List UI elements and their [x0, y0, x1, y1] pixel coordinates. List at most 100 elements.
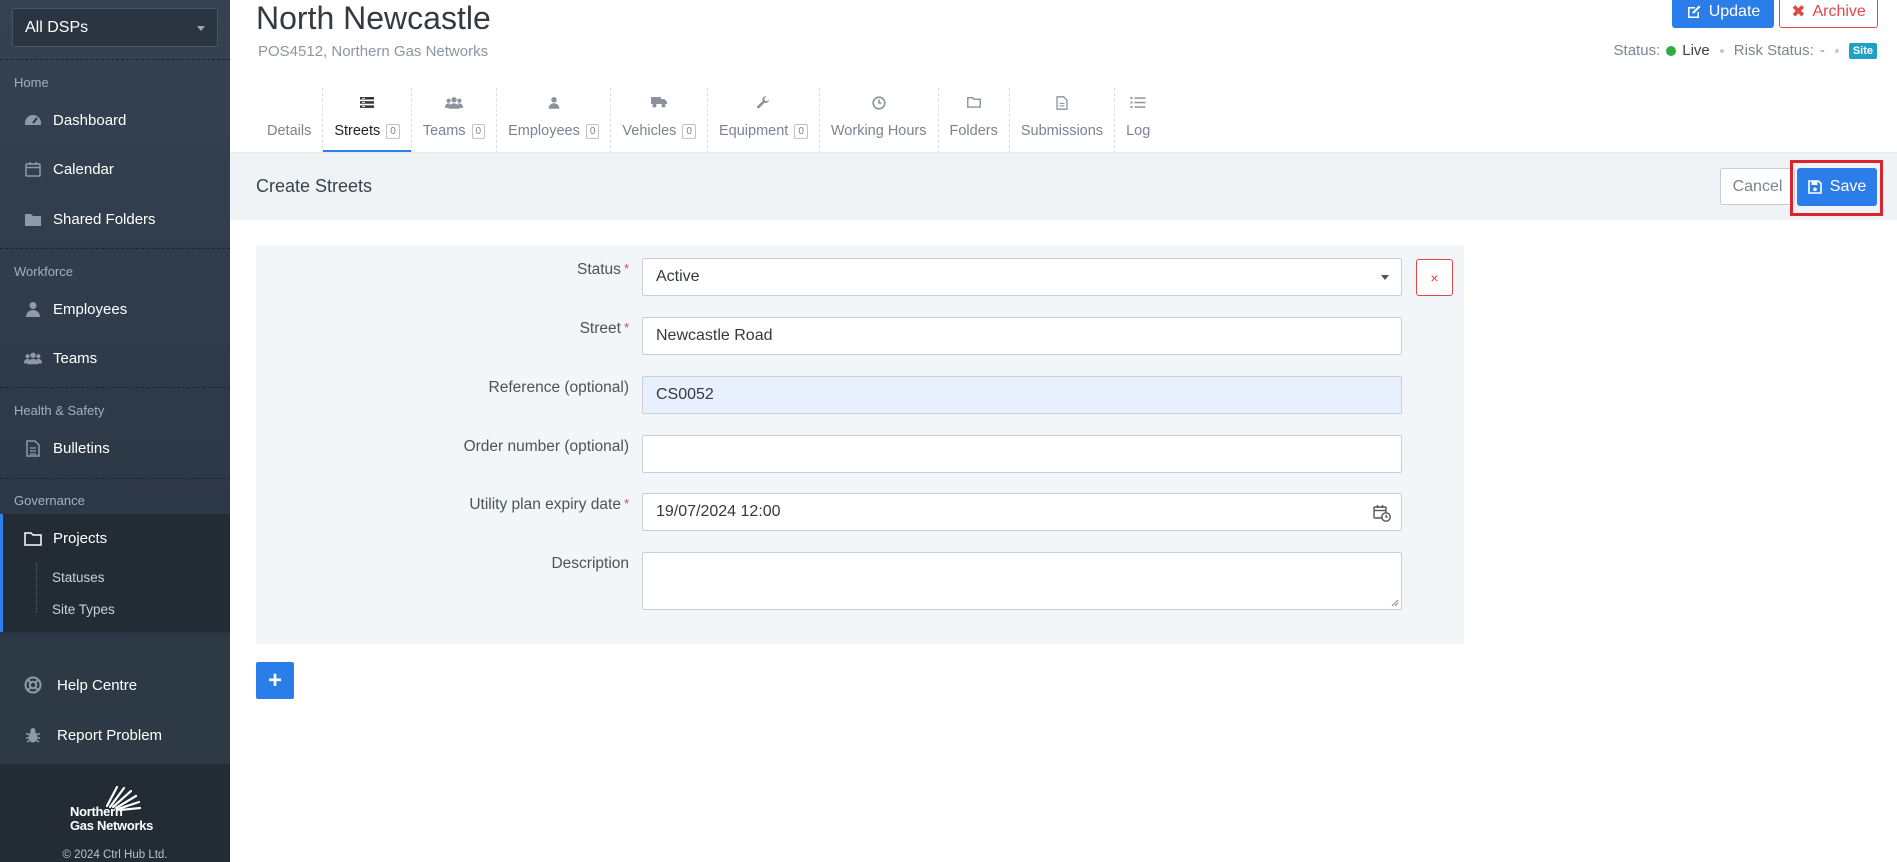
sidebar-section-workforce: Workforce: [14, 264, 73, 279]
document-icon: [24, 439, 42, 457]
order-number-field-label: Order number (optional): [463, 438, 629, 455]
status-field-label: Status *: [577, 261, 629, 279]
list-icon: [1130, 96, 1146, 113]
reference-label-row: Reference (optional): [256, 379, 629, 403]
sidebar-item-dashboard[interactable]: Dashboard: [0, 100, 230, 140]
street-field-label: Street *: [580, 320, 629, 338]
sidebar-section-governance: Governance: [14, 493, 85, 508]
dsp-select[interactable]: All DSPs: [12, 8, 218, 47]
expiry-date-input[interactable]: 19/07/2024 12:00: [642, 493, 1402, 531]
dashboard-icon: [24, 111, 42, 129]
tab-log[interactable]: Log: [1115, 88, 1161, 153]
sidebar-section-health-safety: Health & Safety: [14, 403, 105, 418]
tab-label: Employees: [508, 123, 580, 139]
add-street-button[interactable]: +: [256, 662, 294, 699]
label-text: Status: [576, 261, 621, 278]
update-label: Update: [1708, 3, 1761, 20]
expiry-label-row: Utility plan expiry date *: [256, 496, 629, 520]
page-subtitle: POS4512, Northern Gas Networks: [258, 43, 489, 60]
tab-employees[interactable]: Employees 0: [497, 88, 610, 153]
status-line: Status: Live Risk Status: - Site: [1614, 42, 1877, 59]
sidebar-subitem-site-types[interactable]: Site Types: [52, 602, 115, 617]
tab-count: 0: [585, 123, 600, 139]
sidebar-item-employees[interactable]: Employees: [0, 289, 230, 329]
sidebar-item-label: Projects: [53, 529, 108, 547]
user-icon: [548, 96, 560, 113]
sidebar-item-label: Employees: [53, 300, 128, 318]
sidebar-item-report-problem[interactable]: Report Problem: [0, 715, 230, 755]
project-tabs: Details Streets 0 Teams 0 Employees 0 Vehic…: [256, 88, 1161, 153]
resize-grip-icon[interactable]: [1391, 599, 1399, 607]
sidebar-item-label: Shared Folders: [53, 210, 156, 228]
folder-icon: [24, 210, 42, 228]
tab-teams[interactable]: Teams 0: [412, 88, 496, 153]
sidebar-item-label: Bulletins: [53, 439, 110, 457]
reference-input[interactable]: CS0052: [642, 376, 1402, 414]
cancel-button[interactable]: Cancel: [1720, 168, 1795, 205]
tab-count: 0: [682, 123, 696, 139]
description-textarea[interactable]: [642, 552, 1402, 610]
save-label: Save: [1829, 178, 1867, 195]
required-marker: *: [623, 261, 629, 276]
tab-label: Teams: [422, 123, 466, 139]
tab-label: Vehicles: [622, 123, 677, 139]
copyright-text: © 2024 Ctrl Hub Ltd.: [62, 849, 168, 861]
street-input[interactable]: Newcastle Road: [642, 317, 1402, 355]
create-toolbar: [230, 153, 1897, 220]
document-icon: [1056, 96, 1068, 114]
tab-label: Details: [267, 123, 312, 139]
tab-details[interactable]: Details: [256, 88, 322, 153]
sidebar-item-bulletins[interactable]: Bulletins: [0, 428, 230, 468]
create-title: Create Streets: [256, 176, 373, 196]
reference-input-value: CS0052: [656, 386, 714, 403]
street-input-value: Newcastle Road: [656, 327, 773, 344]
sidebar-item-teams[interactable]: Teams: [0, 338, 230, 378]
status-dot-icon: [1666, 45, 1677, 56]
sidebar-section-home: Home: [14, 75, 49, 90]
calendar-icon: [24, 160, 42, 178]
page-title: North Newcastle: [256, 0, 491, 36]
users-icon: [444, 96, 463, 113]
order-number-label-row: Order number (optional): [256, 438, 629, 462]
tab-label: Streets: [334, 123, 381, 139]
remove-street-button[interactable]: ×: [1416, 259, 1453, 296]
site-badge: Site: [1848, 42, 1877, 59]
sidebar-item-label: Teams: [53, 349, 98, 367]
label-text: Utility plan expiry date: [469, 496, 621, 513]
sidebar-item-label: Dashboard: [53, 111, 127, 129]
tab-working-hours[interactable]: Working Hours: [820, 88, 938, 153]
description-field-label: Description: [551, 555, 629, 572]
tab-label: Working Hours: [830, 123, 927, 139]
bug-icon: [24, 726, 42, 744]
save-icon: [1807, 180, 1822, 194]
tab-vehicles[interactable]: Vehicles 0: [611, 88, 707, 153]
sidebar-item-label: Calendar: [53, 160, 114, 178]
sidebar-item-help-centre[interactable]: Help Centre: [0, 665, 230, 705]
chevron-down-icon: [197, 26, 205, 31]
sidebar-item-shared-folders[interactable]: Shared Folders: [0, 199, 230, 239]
sidebar-divider: [0, 387, 230, 388]
order-number-input[interactable]: [642, 435, 1402, 473]
tab-submissions[interactable]: Submissions: [1010, 88, 1114, 153]
status-select[interactable]: Active: [642, 258, 1402, 296]
description-label-row: Description: [256, 555, 629, 579]
sidebar-tree-line: [36, 563, 37, 613]
clock-icon: [872, 96, 886, 114]
sidebar: All DSPs Home Dashboard Calendar Shared …: [0, 0, 230, 862]
update-button[interactable]: Update: [1672, 0, 1774, 28]
sidebar-item-projects[interactable]: Projects: [3, 518, 230, 558]
logo-line-2: Gas Networks: [70, 818, 154, 833]
separator-dot: [1719, 48, 1724, 53]
user-icon: [24, 300, 42, 318]
tab-folders[interactable]: Folders: [939, 88, 1009, 153]
sidebar-item-calendar[interactable]: Calendar: [0, 149, 230, 189]
tab-equipment[interactable]: Equipment 0: [708, 88, 819, 153]
chevron-down-icon: [1381, 275, 1389, 280]
sidebar-subitem-statuses[interactable]: Statuses: [52, 570, 105, 585]
risk-status-label: Risk Status:: [1733, 42, 1814, 59]
archive-button[interactable]: ✖ Archive: [1779, 0, 1878, 28]
tab-streets[interactable]: Streets 0: [323, 88, 411, 153]
calendar-clock-icon[interactable]: [1373, 504, 1391, 527]
save-button[interactable]: Save: [1797, 168, 1877, 206]
sidebar-item-label: Help Centre: [57, 676, 138, 694]
